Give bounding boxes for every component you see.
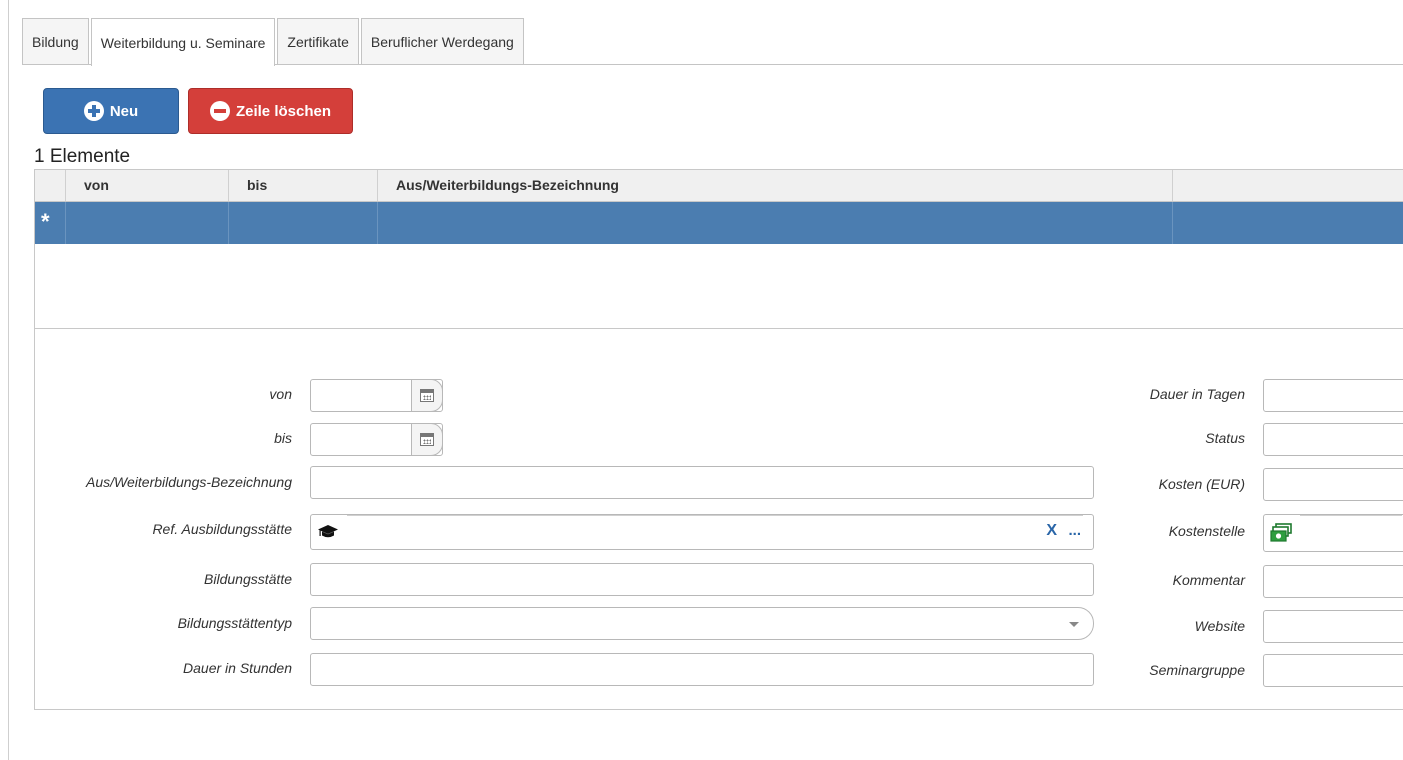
grid-header: von bis Aus/Weiterbildungs-Bezeichnung [35,170,1403,202]
chevron-down-icon [1069,622,1079,627]
von-date-input[interactable] [310,379,443,412]
grid-col-bis[interactable]: bis [229,170,378,201]
row-indicator-cell: * [35,202,66,244]
bis-date-input[interactable] [310,423,443,456]
delete-row-button[interactable]: Zeile löschen [188,88,353,134]
clear-button[interactable]: X [1046,522,1057,540]
status-label: Status [1205,430,1245,446]
tab-zertifikate[interactable]: Zertifikate [277,18,359,65]
lookup-divider [1300,515,1402,516]
table-cell-bezeichnung[interactable] [378,202,1173,244]
von-label: von [269,386,292,402]
kommentar-input[interactable] [1263,565,1403,598]
bildungsstaette-label: Bildungsstätte [204,571,292,587]
bildungsstaettentyp-select[interactable] [310,607,1094,640]
grid-col-extra[interactable] [1173,170,1403,201]
bis-label: bis [274,430,292,446]
kosten-label: Kosten (EUR) [1158,476,1245,492]
kostenstelle-lookup[interactable] [1263,514,1403,552]
dauer-stunden-label: Dauer in Stunden [183,660,292,676]
grid-col-bezeichnung[interactable]: Aus/Weiterbildungs-Bezeichnung [378,170,1173,201]
website-input[interactable] [1263,610,1403,643]
lookup-divider [347,515,1083,516]
kosten-input[interactable] [1263,468,1403,501]
website-label: Website [1194,618,1245,634]
dauer-stunden-input[interactable] [310,653,1094,686]
bezeichnung-input[interactable] [310,466,1094,499]
dauer-tage-input[interactable] [1263,379,1403,412]
element-count: 1 Elemente [34,146,131,167]
new-button[interactable]: Neu [43,88,179,134]
status-input[interactable] [1263,423,1403,456]
kostenstelle-label: Kostenstelle [1168,523,1245,539]
tab-bar: Bildung Weiterbildung u. Seminare Zertif… [22,18,526,66]
table-cell-bis[interactable] [229,202,378,244]
plus-circle-icon [83,101,104,121]
table-cell-von[interactable] [66,202,229,244]
minus-circle-icon [209,101,230,121]
tab-bildung[interactable]: Bildung [22,18,89,65]
tab-weiterbildung[interactable]: Weiterbildung u. Seminare [90,18,276,66]
seminargruppe-label: Seminargruppe [1149,662,1245,678]
graduation-cap-icon [318,525,338,538]
bis-calendar-button[interactable] [411,423,443,456]
browse-button[interactable]: ... [1068,522,1081,539]
dauer-tage-label: Dauer in Tagen [1149,386,1245,402]
left-border [8,0,9,760]
delete-button-label: Zeile löschen [235,102,332,120]
bildungsstaette-input[interactable] [310,563,1094,596]
grid-bottom-divider [35,328,1403,329]
new-button-label: Neu [109,102,139,120]
kommentar-label: Kommentar [1172,572,1245,588]
money-icon [1270,523,1292,542]
ref-ausbildungsstaette-lookup[interactable]: X ... [310,514,1094,550]
table-cell-extra[interactable] [1173,202,1403,244]
calendar-icon [420,433,434,446]
bildungsstaettentyp-label: Bildungsstättentyp [177,615,292,631]
tab-werdegang[interactable]: Beruflicher Werdegang [360,18,524,65]
table-row[interactable]: * [35,202,1403,244]
grid-col-von[interactable]: von [66,170,229,201]
grid-header-indicator [35,170,66,201]
von-calendar-button[interactable] [411,379,443,412]
ref-ausbildungsstaette-label: Ref. Ausbildungsstätte [152,521,292,537]
seminargruppe-input[interactable] [1263,654,1403,687]
calendar-icon [420,389,434,402]
new-row-marker: * [41,209,50,234]
bezeichnung-label: Aus/Weiterbildungs-Bezeichnung [86,474,292,490]
